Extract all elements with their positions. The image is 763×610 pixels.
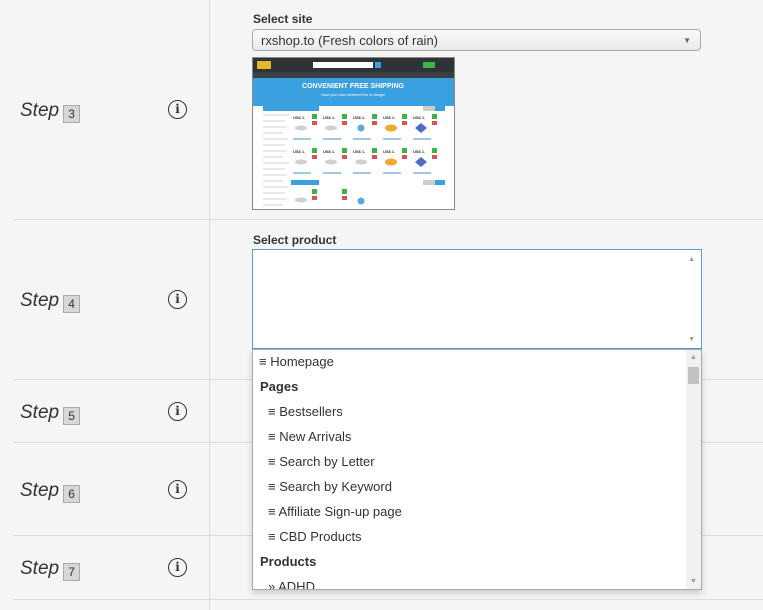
scroll-down-icon[interactable]: ▼	[690, 578, 697, 585]
step-6-label: Step 6	[20, 479, 81, 503]
step-text: Step	[20, 290, 60, 311]
preview-price: US$ 1.	[353, 149, 365, 154]
step-5-label: Step 5	[20, 401, 81, 425]
preview-price: US$ 1.	[413, 149, 425, 154]
preview-price: US$ 1.	[413, 115, 425, 120]
site-preview-thumbnail: CONVENIENT FREE SHIPPING Have your order…	[252, 57, 455, 210]
info-icon[interactable]: i	[168, 558, 187, 577]
dropdown-item-adhd[interactable]: » ADHD	[268, 579, 315, 589]
step-text: Step	[20, 100, 60, 121]
step-number-badge: 7	[63, 563, 81, 581]
dropdown-item-homepage[interactable]: ≡ Homepage	[259, 354, 334, 369]
preview-price: US$ 1.	[293, 115, 305, 120]
scrollbar-thumb[interactable]	[688, 367, 699, 384]
preview-price: US$ 1.	[383, 115, 395, 120]
step-3-label: Step 3	[20, 99, 81, 123]
column-divider	[209, 0, 210, 610]
dropdown-group-products: Products	[260, 554, 317, 569]
step-number-badge: 4	[63, 295, 81, 313]
info-icon[interactable]: i	[168, 480, 187, 499]
scroll-up-icon[interactable]: ▲	[688, 256, 695, 263]
dropdown-item-search-by-keyword[interactable]: ≡ Search by Keyword	[268, 479, 392, 494]
info-icon[interactable]: i	[168, 100, 187, 119]
step-4-label: Step 4	[20, 289, 81, 313]
preview-banner-title: CONVENIENT FREE SHIPPING	[302, 83, 404, 90]
row-divider	[13, 219, 763, 220]
preview-price: US$ 1.	[293, 149, 305, 154]
site-preview-image: CONVENIENT FREE SHIPPING Have your order…	[253, 58, 454, 206]
product-dropdown[interactable]: ≡ Homepage Pages ≡ Bestsellers ≡ New Arr…	[252, 349, 702, 590]
select-site-label: Select site	[253, 12, 313, 26]
dropdown-item-cbd-products[interactable]: ≡ CBD Products	[268, 529, 362, 544]
preview-price: US$ 1.	[383, 149, 395, 154]
scroll-down-icon[interactable]: ▼	[688, 336, 695, 343]
chevron-down-icon: ▼	[683, 36, 691, 45]
product-listbox[interactable]: ▲ ▼	[252, 249, 702, 349]
scroll-up-icon[interactable]: ▲	[690, 354, 697, 361]
preview-price: US$ 1.	[353, 115, 365, 120]
step-number-badge: 6	[63, 485, 81, 503]
dropdown-item-affiliate-signup[interactable]: ≡ Affiliate Sign-up page	[268, 504, 402, 519]
step-text: Step	[20, 402, 60, 423]
row-divider	[13, 599, 763, 600]
info-icon[interactable]: i	[168, 402, 187, 421]
site-select[interactable]: rxshop.to (Fresh colors of rain) ▼	[252, 29, 701, 51]
site-select-value: rxshop.to (Fresh colors of rain)	[261, 33, 439, 48]
step-number-badge: 3	[63, 105, 81, 123]
info-icon[interactable]: i	[168, 290, 187, 309]
step-number-badge: 5	[63, 407, 81, 425]
dropdown-group-pages: Pages	[260, 379, 299, 394]
step-7-label: Step 7	[20, 557, 81, 581]
preview-price: US$ 1.	[323, 115, 335, 120]
dropdown-item-search-by-letter[interactable]: ≡ Search by Letter	[268, 454, 375, 469]
select-product-label: Select product	[253, 233, 337, 247]
dropdown-item-new-arrivals[interactable]: ≡ New Arrivals	[268, 429, 351, 444]
dropdown-scrollbar[interactable]: ▲ ▼	[686, 350, 701, 589]
step-text: Step	[20, 558, 60, 579]
preview-banner-subtitle: Have your order delivered free of charge…	[321, 93, 385, 97]
dropdown-item-bestsellers[interactable]: ≡ Bestsellers	[268, 404, 343, 419]
step-text: Step	[20, 480, 60, 501]
preview-price: US$ 1.	[323, 149, 335, 154]
